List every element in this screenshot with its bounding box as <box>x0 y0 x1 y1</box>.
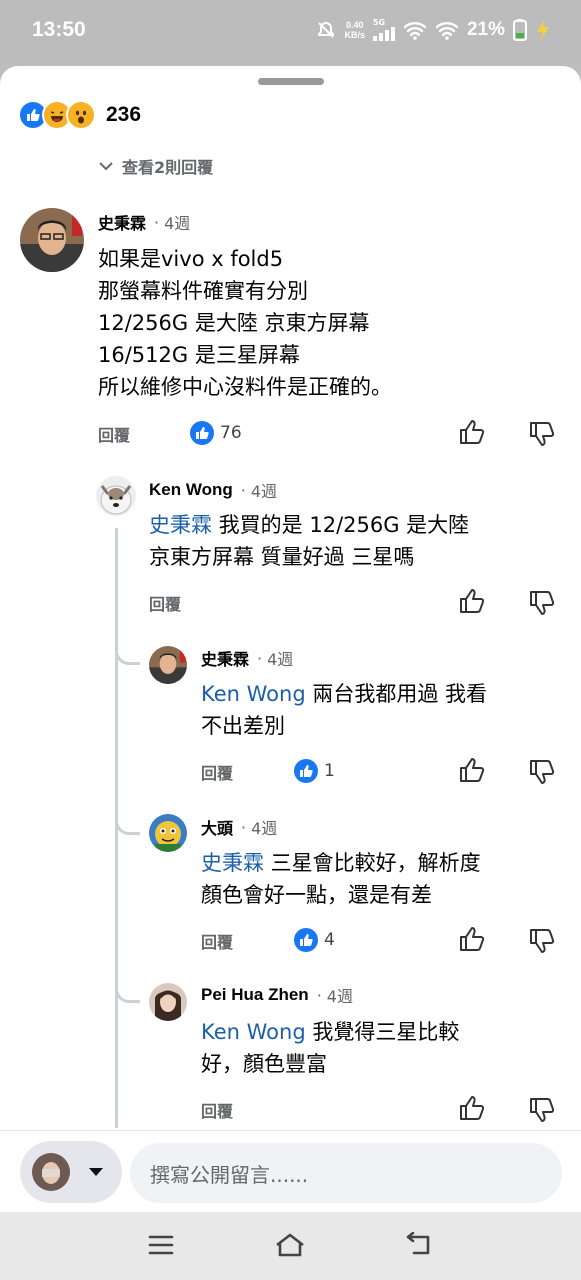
back-icon[interactable] <box>404 1232 434 1258</box>
drag-handle[interactable] <box>258 78 324 85</box>
comment-header: 史秉霖 · 4週 <box>201 646 293 670</box>
status-bar: 13:50 0.40 KB/s 5G 21% <box>0 0 581 64</box>
mention-link[interactable]: 史秉霖 <box>149 513 212 537</box>
avatar[interactable] <box>149 983 187 1021</box>
comment-time: 4週 <box>250 482 278 501</box>
comment-header: 大頭 · 4週 <box>201 815 277 839</box>
thumbs-down-icon[interactable] <box>528 420 556 448</box>
charging-icon <box>537 18 549 41</box>
avatar[interactable] <box>96 476 136 516</box>
mention-link[interactable]: Ken Wong <box>201 1020 306 1044</box>
thread-connector <box>115 626 140 665</box>
comment-header: Ken Wong · 4週 <box>149 480 278 501</box>
signal-icon: 5G <box>372 18 395 41</box>
comment-time: 4週 <box>251 819 278 838</box>
comment-composer: 撰寫公開留言...... <box>0 1130 581 1213</box>
mention-link[interactable]: 史秉霖 <box>201 851 264 875</box>
wifi-icon-2 <box>435 21 459 40</box>
chevron-down-icon <box>99 162 113 171</box>
comment-text: Ken Wong 我覺得三星比較 好，顏色豐富 <box>201 1020 460 1076</box>
menu-icon[interactable] <box>148 1234 174 1256</box>
comment-input[interactable]: 撰寫公開留言...... <box>130 1143 562 1203</box>
like-count[interactable]: 4 <box>294 928 335 952</box>
reply-button[interactable]: 回覆 <box>201 1098 233 1122</box>
thumbs-up-icon[interactable] <box>458 925 486 953</box>
author-name[interactable]: Ken Wong <box>149 480 233 500</box>
comment-text: Ken Wong 兩台我都用過 我看 不出差別 <box>201 682 488 738</box>
comment-time: 4週 <box>267 650 294 669</box>
profile-switcher[interactable] <box>20 1141 122 1203</box>
reply-button[interactable]: 回覆 <box>98 422 130 446</box>
thumbs-up-icon[interactable] <box>458 587 486 615</box>
view-replies-link[interactable]: 查看2則回覆 <box>98 154 213 178</box>
status-icons: 0.40 KB/s 5G 21% <box>316 18 551 41</box>
like-count[interactable]: 76 <box>190 421 242 445</box>
avatar[interactable] <box>20 208 84 272</box>
thumbs-up-icon[interactable] <box>458 418 486 446</box>
reply-button[interactable]: 回覆 <box>201 760 233 784</box>
comment-header: 史秉霖 · 4週 <box>98 210 190 234</box>
comments-sheet: 236 查看2則回覆 史秉霖 · 4週 如果是vivo x fold5 那螢幕料… <box>0 66 581 1216</box>
like-count[interactable]: 1 <box>294 759 335 783</box>
author-name[interactable]: Pei Hua Zhen <box>201 985 309 1005</box>
wifi-icon <box>403 21 427 40</box>
reply-button[interactable]: 回覆 <box>149 591 181 615</box>
system-nav-bar <box>0 1212 581 1280</box>
comment-time: 4週 <box>326 987 353 1006</box>
avatar <box>32 1153 70 1191</box>
thumbs-down-icon[interactable] <box>528 927 556 955</box>
thread-connector <box>115 964 140 1003</box>
battery-icon <box>513 18 527 41</box>
author-name[interactable]: 史秉霖 <box>201 646 249 670</box>
reaction-summary[interactable]: 236 <box>18 100 141 130</box>
reaction-count: 236 <box>106 103 142 126</box>
wow-reaction-icon <box>66 100 96 130</box>
thumbs-down-icon[interactable] <box>528 1096 556 1124</box>
reply-button[interactable]: 回覆 <box>201 929 233 953</box>
author-name[interactable]: 史秉霖 <box>98 210 146 234</box>
like-icon <box>294 928 318 952</box>
thumbs-up-icon[interactable] <box>458 756 486 784</box>
comment-header: Pei Hua Zhen · 4週 <box>201 985 353 1006</box>
like-icon <box>190 421 214 445</box>
caret-down-icon <box>89 1168 103 1176</box>
thumbs-up-icon[interactable] <box>458 1094 486 1122</box>
home-icon[interactable] <box>274 1232 306 1258</box>
comment-text: 史秉霖 我買的是 12/256G 是大陸 京東方屏幕 質量好過 三星嗎 <box>149 513 470 569</box>
net-speed: 0.40 KB/s <box>344 19 365 40</box>
thread-connector <box>115 796 140 835</box>
avatar[interactable] <box>149 646 187 684</box>
battery-percent: 21% <box>466 18 505 40</box>
author-name[interactable]: 大頭 <box>201 815 233 839</box>
like-icon <box>294 759 318 783</box>
thumbs-down-icon[interactable] <box>528 758 556 786</box>
comment-time: 4週 <box>164 214 191 233</box>
thumbs-down-icon[interactable] <box>528 589 556 617</box>
mention-link[interactable]: Ken Wong <box>201 682 306 706</box>
comment-text: 如果是vivo x fold5 那螢幕料件確實有分別 12/256G 是大陸 京… <box>98 247 392 399</box>
mute-icon <box>318 21 335 38</box>
comment-text: 史秉霖 三星會比較好，解析度 顏色會好一點，還是有差 <box>201 851 481 907</box>
avatar[interactable] <box>149 814 187 852</box>
status-time: 13:50 <box>32 18 86 41</box>
